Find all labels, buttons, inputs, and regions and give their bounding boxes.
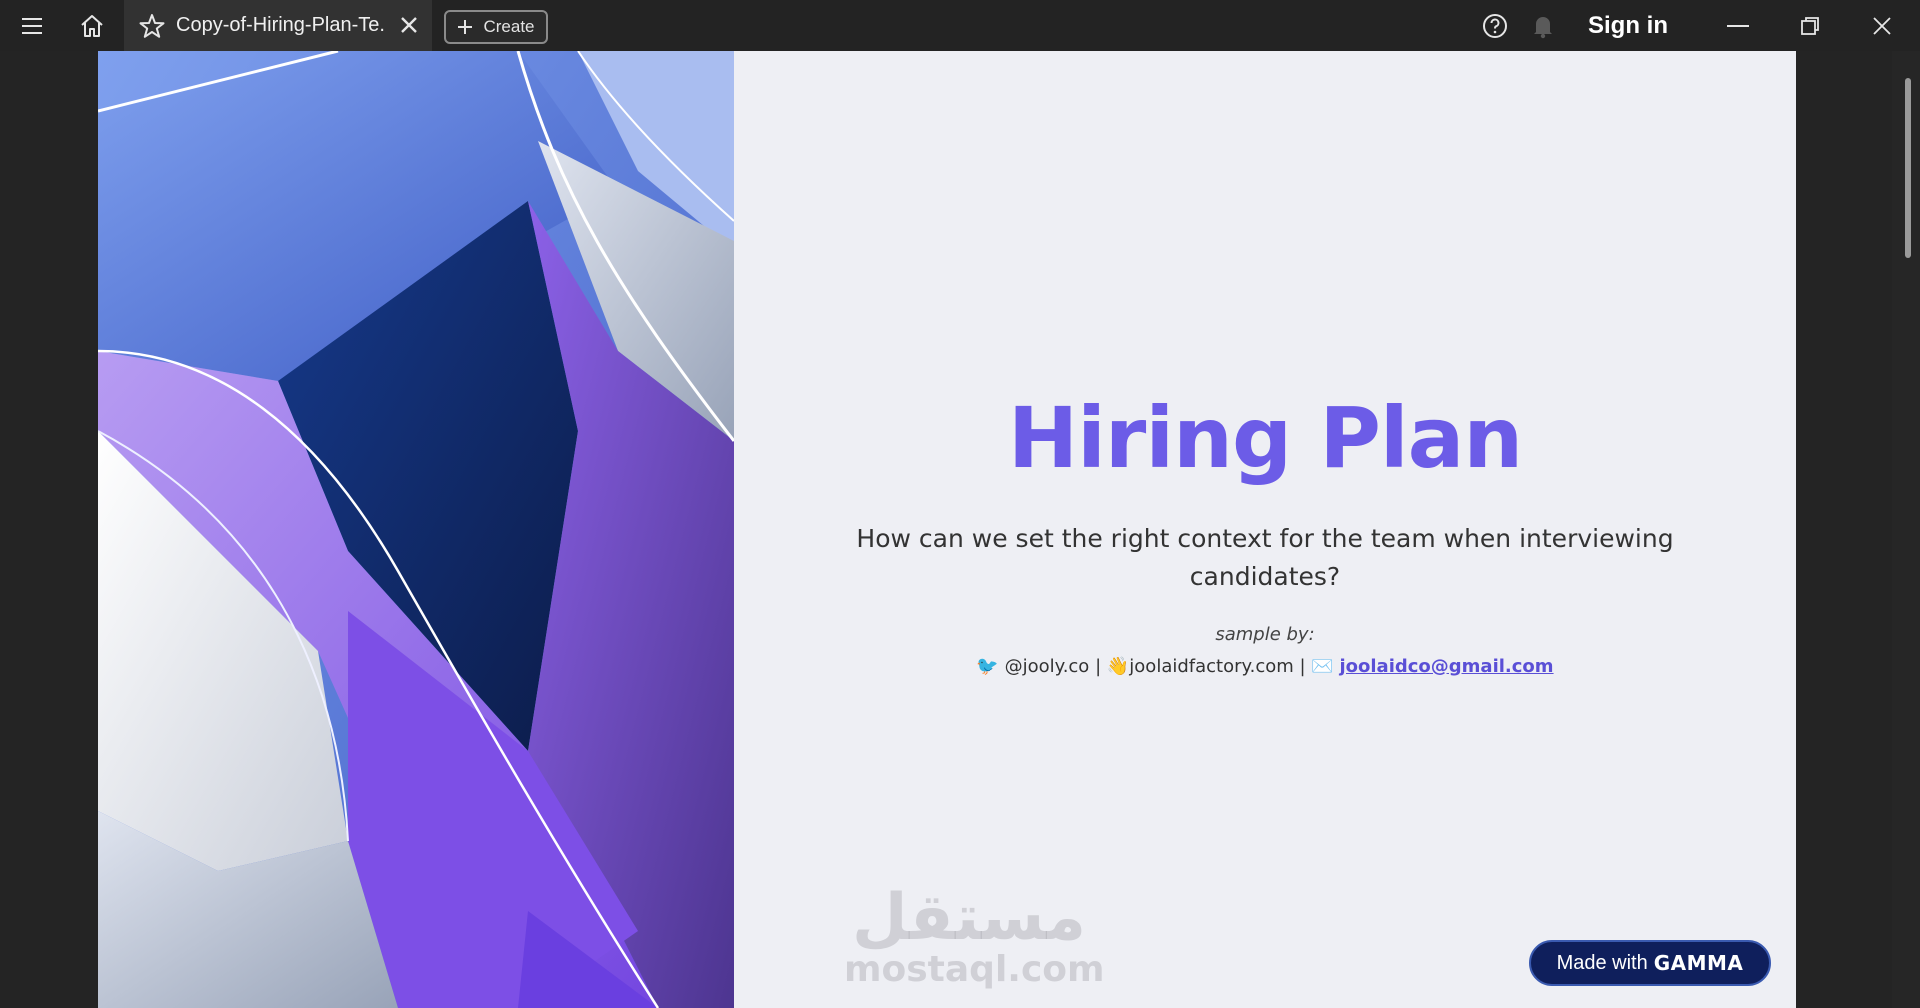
home-button[interactable] [72, 0, 112, 51]
title-card: Hiring Plan How can we set the right con… [734, 51, 1796, 1008]
wave-icon: 👋 [1106, 656, 1130, 677]
separator: | [1299, 656, 1306, 677]
email-link[interactable]: joolaidco@gmail.com [1339, 656, 1553, 677]
watermark-arabic: مستقل [851, 881, 1087, 955]
document-tab[interactable]: Copy-of-Hiring-Plan-Te... [124, 0, 432, 51]
website-text: joolaidfactory.com [1129, 656, 1294, 677]
watermark-latin: mostaql.com [844, 949, 1105, 990]
close-window-icon [1873, 16, 1891, 35]
close-icon[interactable] [396, 12, 422, 38]
maximize-button[interactable] [1790, 0, 1830, 51]
tab-title: Copy-of-Hiring-Plan-Te... [176, 14, 386, 36]
bell-icon [1534, 16, 1552, 38]
document-page: Hiring Plan How can we set the right con… [98, 51, 1796, 1008]
close-window-button[interactable] [1862, 0, 1902, 51]
viewer-gutter-left [0, 51, 98, 1008]
bird-icon: 🐦 [976, 656, 999, 677]
star-icon[interactable] [138, 12, 166, 40]
create-label: Create [483, 17, 535, 36]
abstract-artwork [98, 51, 734, 1008]
menu-icon [22, 17, 42, 34]
notifications-button[interactable] [1528, 0, 1558, 51]
title-bar: Copy-of-Hiring-Plan-Te... Create Sign in [0, 0, 1920, 51]
badge-prefix: Made with [1556, 951, 1648, 974]
sign-in-button[interactable]: Sign in [1588, 0, 1668, 51]
minimize-button[interactable] [1718, 0, 1758, 51]
page-subtitle: How can we set the right context for the… [856, 524, 1674, 591]
made-with-gamma-button[interactable]: Made with GAMMA [1529, 940, 1771, 986]
minimize-icon [1727, 24, 1749, 27]
help-button[interactable] [1478, 0, 1512, 51]
separator: | [1095, 656, 1102, 677]
help-icon [1483, 13, 1507, 38]
create-button[interactable]: Create [444, 10, 548, 44]
menu-button[interactable] [12, 0, 52, 51]
maximize-icon [1801, 16, 1819, 35]
page-title: Hiring Plan [1007, 389, 1523, 487]
scrollbar-thumb[interactable] [1905, 78, 1911, 258]
home-icon [81, 14, 103, 37]
sample-by-label: sample by: [1215, 624, 1315, 645]
plus-icon [457, 19, 473, 35]
twitter-handle: @jooly.co [1004, 656, 1090, 677]
envelope-icon: ✉️ [1311, 656, 1334, 677]
contact-line: 🐦 @jooly.co | 👋joolaidfactory.com | ✉️ j… [734, 656, 1796, 677]
gamma-logo: GAMMA [1653, 951, 1744, 975]
